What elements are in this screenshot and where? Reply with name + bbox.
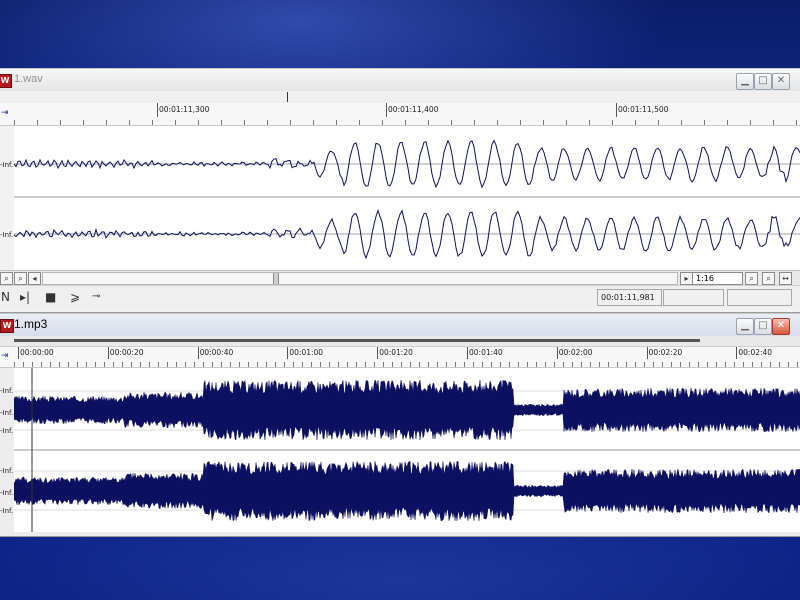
wav-titlebar[interactable]: W 1.wav ▁ □ ✕: [0, 69, 800, 91]
channel2-level-label: -Inf.: [0, 231, 14, 239]
wav-transport-bar: N ▸| ■ ⩾ ⊸ 00:01:11,981: [0, 285, 800, 308]
maximize-button[interactable]: □: [754, 318, 772, 335]
loop-play-icon[interactable]: ⊸: [92, 289, 100, 305]
ruler-label: 00:00:00: [20, 348, 54, 357]
ruler-tick: [556, 347, 558, 359]
ruler-label: 00:01:20: [379, 348, 413, 357]
playhead-marker[interactable]: [287, 92, 288, 102]
window-title: 1.mp3: [14, 317, 48, 331]
window-title: 1.wav: [14, 73, 43, 85]
play-icon[interactable]: ⩾: [70, 289, 80, 305]
close-button[interactable]: ✕: [772, 73, 790, 90]
zoom-icon[interactable]: ⌕: [762, 272, 775, 285]
wave-file-icon: W: [0, 74, 12, 88]
zoom-in-icon[interactable]: ⌕: [745, 272, 758, 285]
ruler-tick: [616, 103, 617, 117]
scroll-left-icon[interactable]: ◂: [28, 272, 41, 285]
ruler-tick: [467, 347, 468, 359]
channel2-level-label: -Inf.: [0, 467, 14, 475]
ruler-marker-icon[interactable]: ⇥: [1, 351, 9, 361]
time-ruler[interactable]: ⇥ 00:01:11,300 00:01:11,400 00:01:11,500: [0, 103, 800, 126]
ruler-label: 00:01:11,500: [618, 105, 669, 114]
mp3-waveform[interactable]: [14, 368, 800, 532]
wav-editor-window: W 1.wav ▁ □ ✕ ⇥ 00:01:11,300 00:01:11,40…: [0, 68, 800, 313]
ruler-tick: [197, 347, 199, 359]
ruler-label: 00:01:40: [469, 348, 503, 357]
wav-horizontal-scrollbar[interactable]: ⌕ ⌕ ◂ ▸ 1:16 ⌕ ⌕ ↔: [0, 270, 800, 285]
zoom-icon[interactable]: ⌕: [0, 272, 13, 285]
stop-icon[interactable]: ■: [45, 289, 56, 305]
skip-start-icon[interactable]: N: [1, 289, 10, 305]
scroll-thumb[interactable]: [273, 273, 279, 284]
ruler-tick: [18, 347, 19, 359]
zoom-fit-icon[interactable]: ↔: [779, 272, 792, 285]
ruler-tick: [287, 347, 289, 359]
wav-waveform-view[interactable]: [14, 126, 800, 270]
wave-file-icon: W: [0, 319, 14, 333]
channel1-level-label: -Inf.: [0, 427, 14, 435]
ruler-tick: [377, 347, 379, 359]
ruler-tick: [646, 347, 648, 359]
view-length-field[interactable]: [727, 289, 792, 306]
ruler-label: 00:02:00: [558, 348, 593, 357]
ruler-label: 00:02:40: [738, 348, 773, 357]
ruler-minor-ticks: [14, 362, 800, 367]
ruler-label: 00:01:00: [289, 348, 324, 357]
skip-end-icon[interactable]: ▸|: [20, 289, 30, 305]
minimize-button[interactable]: ▁: [736, 318, 754, 335]
wav-waveform[interactable]: [14, 126, 800, 270]
ruler-tick: [736, 347, 738, 359]
zoom-out-icon[interactable]: ⌕: [14, 272, 27, 285]
ruler-label: 00:01:11,300: [159, 105, 210, 114]
scroll-track[interactable]: [42, 272, 678, 285]
ruler-label: 00:00:20: [109, 348, 144, 357]
ruler-minor-ticks: [14, 120, 800, 125]
maximize-button[interactable]: □: [754, 73, 772, 90]
ruler-tick: [386, 103, 387, 117]
ruler-marker-icon[interactable]: ⇥: [1, 108, 9, 118]
ruler-label: 00:00:40: [199, 348, 234, 357]
position-strip[interactable]: [0, 336, 800, 347]
channel1-level-label: -Inf.: [0, 409, 14, 417]
mp3-waveform-view[interactable]: [14, 368, 800, 532]
selection-length-field[interactable]: [663, 289, 724, 306]
channel1-level-label: -Inf.: [0, 161, 14, 169]
ruler-label: 00:01:11,400: [388, 105, 439, 114]
channel2-level-label: -Inf.: [0, 507, 14, 515]
ruler-label: 00:02:20: [648, 348, 683, 357]
time-readout-field[interactable]: 00:01:11,981: [597, 289, 662, 306]
channel2-waveform: [14, 460, 800, 522]
channel1-waveform: [14, 379, 800, 441]
mp3-editor-window: W 1.mp3 ▁ □ ✕ ⇥ 00:00:00 00:00:20 00:00:40…: [0, 313, 800, 537]
channel2-level-label: -Inf.: [0, 489, 14, 497]
zoom-ratio-field[interactable]: 1:16: [692, 272, 743, 285]
time-ruler[interactable]: ⇥ 00:00:00 00:00:20 00:00:40 00:01:00 00:01:…: [0, 347, 800, 368]
ruler-tick: [157, 103, 158, 117]
ruler-tick: [107, 347, 109, 359]
overview-bar[interactable]: [14, 339, 700, 342]
close-button[interactable]: ✕: [772, 318, 790, 335]
minimize-button[interactable]: ▁: [736, 73, 754, 90]
channel1-level-label: -Inf.: [0, 387, 14, 395]
mp3-titlebar[interactable]: W 1.mp3 ▁ □ ✕: [0, 314, 800, 336]
